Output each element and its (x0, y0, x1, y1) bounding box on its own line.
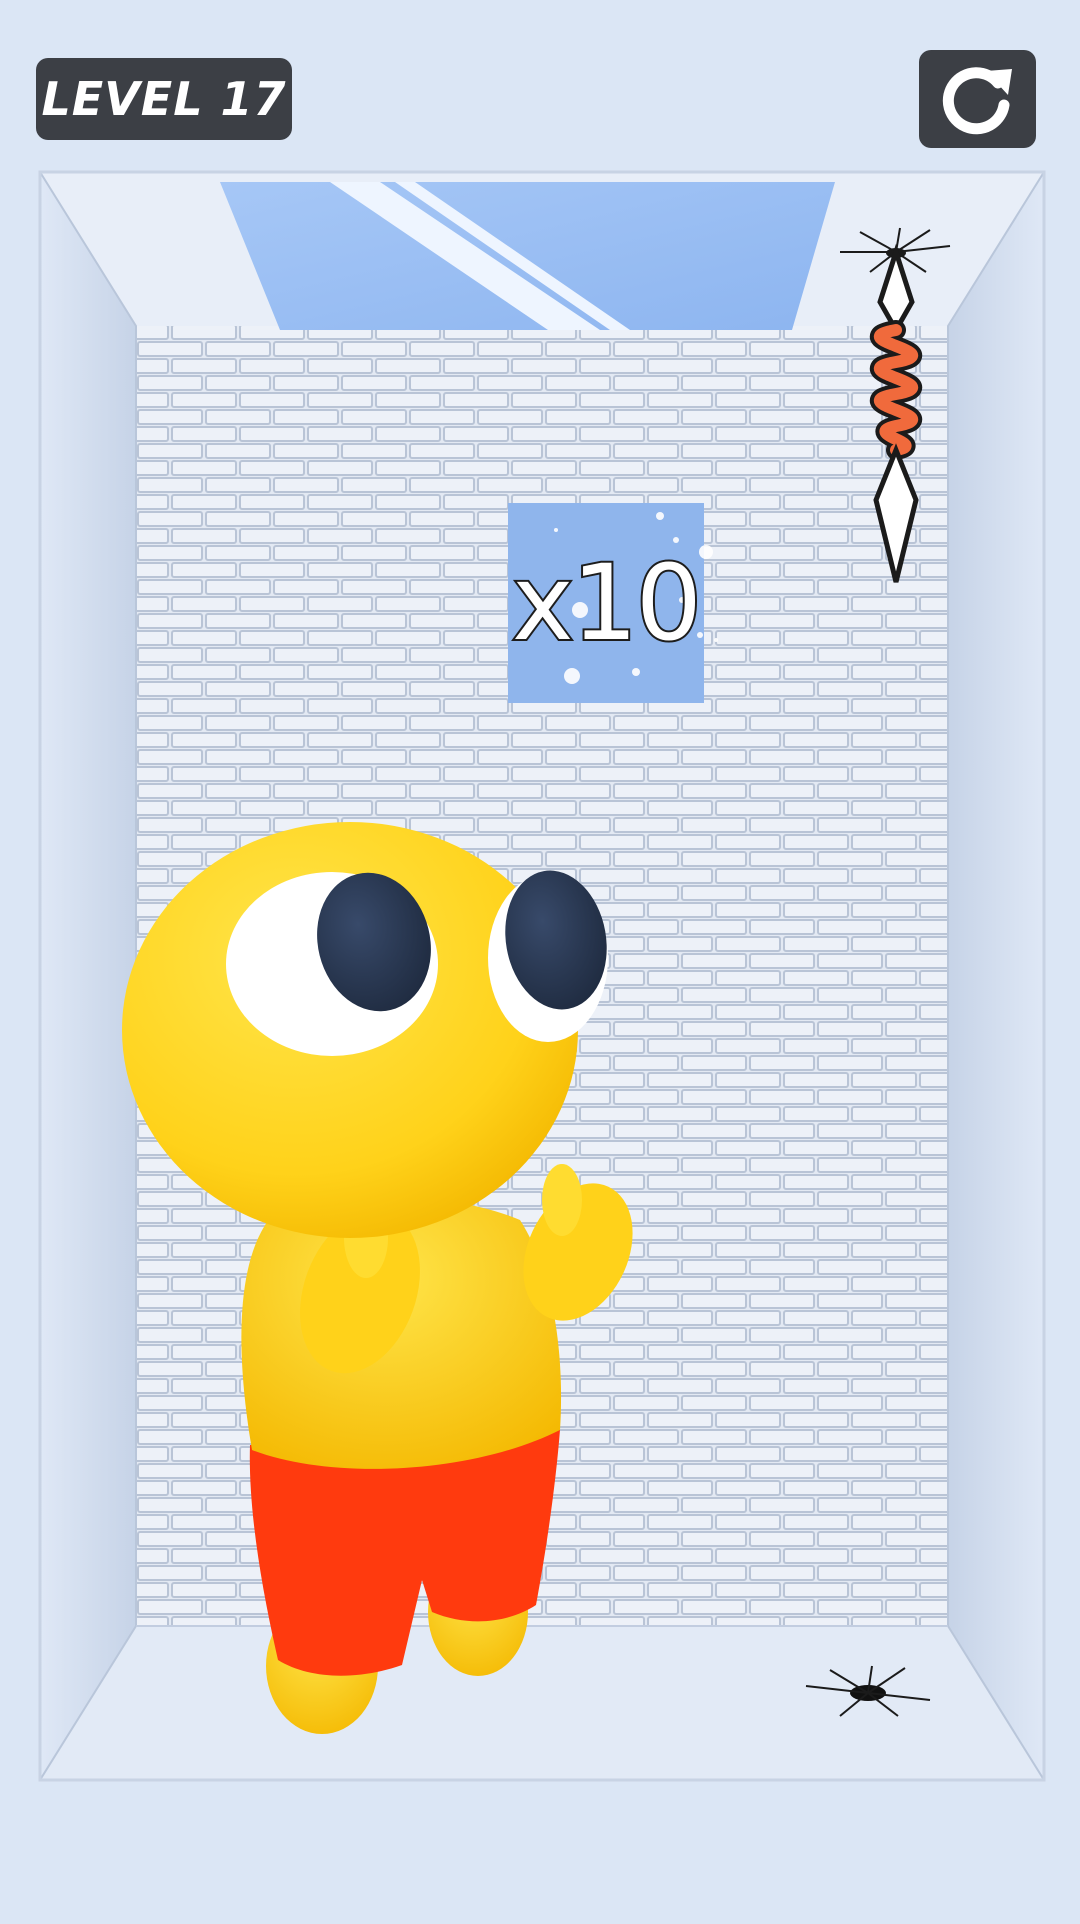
room-scene (38, 170, 1046, 1782)
skylight-window (220, 182, 835, 330)
multiplier-label: x10 (510, 540, 704, 666)
restart-arrow-icon (942, 67, 1012, 135)
game-room: x10 (0, 0, 1080, 1920)
restart-button[interactable] (919, 50, 1036, 148)
level-label: LEVEL 17 (41, 72, 287, 126)
level-indicator: LEVEL 17 (36, 58, 292, 140)
